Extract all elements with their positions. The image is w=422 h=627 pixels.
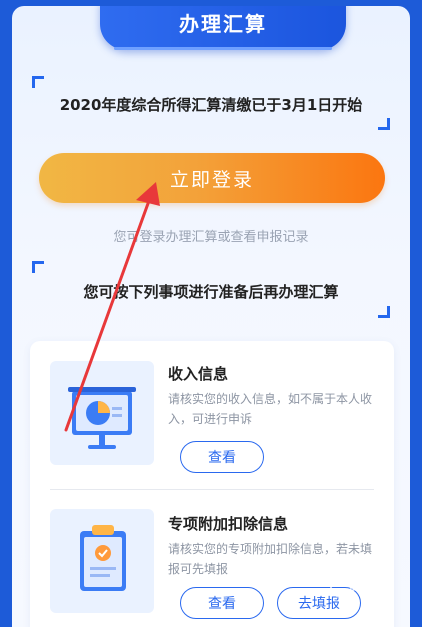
corner-bracket-top-left bbox=[32, 76, 44, 88]
list-item-income: 收入信息 请核实您的收入信息，如不属于本人收入，可进行申诉 查看 bbox=[30, 341, 394, 486]
prepare-title: 您可按下列事项进行准备后再办理汇算 bbox=[83, 283, 339, 301]
header-tab: 办理汇算 bbox=[100, 6, 346, 50]
watermark-text: 经验 bbox=[352, 576, 383, 594]
page-title: 办理汇算 bbox=[179, 12, 267, 36]
corner-bracket-bottom-right bbox=[378, 118, 390, 130]
corner-bracket-bottom-right-2 bbox=[378, 306, 390, 318]
header-tab-highlight bbox=[114, 47, 332, 50]
view-deduction-button[interactable]: 查看 bbox=[180, 587, 264, 619]
view-income-button[interactable]: 查看 bbox=[180, 441, 264, 473]
income-title: 收入信息 bbox=[168, 365, 229, 383]
list-item-deduction: 专项附加扣除信息 请核实您的专项附加扣除信息，若未填报可先填报 查看 去填报 bbox=[30, 491, 394, 627]
clipboard-check-icon bbox=[50, 509, 154, 613]
login-hint: 您可登录办理汇算或查看申报记录 bbox=[113, 230, 309, 245]
notice-text: 2020年度综合所得汇算清缴已于3月1日开始 bbox=[59, 96, 363, 114]
presentation-chart-icon bbox=[50, 361, 154, 465]
list-divider bbox=[50, 489, 374, 490]
watermark-circle-icon bbox=[330, 576, 352, 598]
tax-reconciliation-card: 办理汇算 2020年度综合所得汇算清缴已于3月1日开始 立即登录 您可登录办理汇… bbox=[12, 6, 410, 627]
income-desc: 请核实您的收入信息，如不属于本人收入，可进行申诉 bbox=[168, 392, 373, 426]
login-button[interactable]: 立即登录 bbox=[39, 153, 385, 203]
corner-bracket-top-left-2 bbox=[32, 261, 44, 273]
deduction-title: 专项附加扣除信息 bbox=[168, 515, 289, 533]
deduction-desc: 请核实您的专项附加扣除信息，若未填报可先填报 bbox=[168, 542, 373, 576]
